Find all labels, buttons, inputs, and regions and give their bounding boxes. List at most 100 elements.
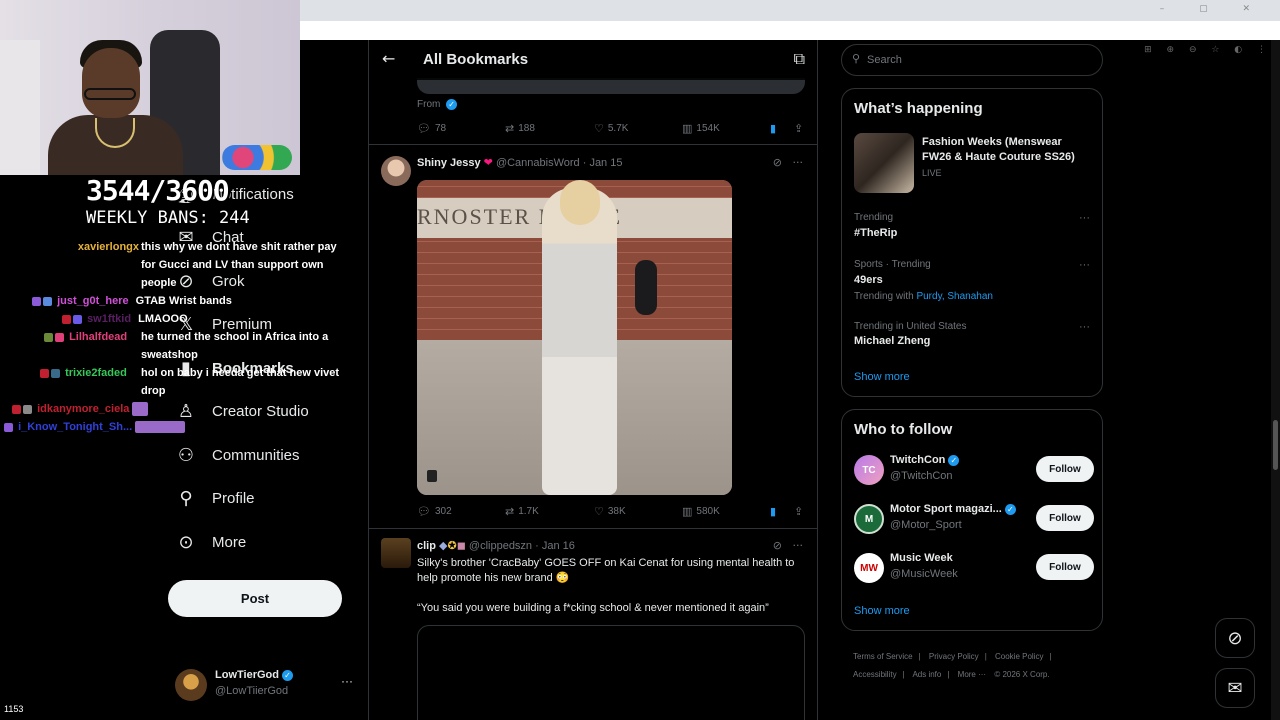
avatar[interactable] bbox=[381, 538, 411, 568]
footer-link[interactable]: Accessibility bbox=[853, 670, 897, 679]
nav-item-communities[interactable]: ⚇ Communities bbox=[168, 437, 300, 473]
browser-toolbar: ⊞ ⊕ ⊖ ☆ ◐ ⋮ bbox=[300, 21, 1280, 55]
footer-link[interactable]: More ··· bbox=[958, 670, 986, 679]
footer-link[interactable]: Terms of Service bbox=[853, 652, 913, 661]
more-horizontal-icon[interactable]: ··· bbox=[341, 674, 353, 688]
stream-chat: xavierlongx this why we dont have shit r… bbox=[0, 238, 345, 436]
trend-meta: Sports · Trending bbox=[854, 259, 931, 270]
chat-badge-icon bbox=[12, 404, 21, 414]
window-controls[interactable]: – ▢ ✕ bbox=[1160, 4, 1266, 14]
panel-title: What’s happening bbox=[854, 100, 983, 117]
tweet-text: “You said you were building a f*cking sc… bbox=[417, 602, 769, 614]
follow-button[interactable]: Follow bbox=[1036, 554, 1094, 580]
verified-badge-icon: ✓ bbox=[281, 669, 293, 681]
follow-suggestion[interactable]: TC TwitchCon ✓ @TwitchCon Follow bbox=[854, 452, 1094, 492]
chat-badge-icon bbox=[51, 368, 60, 378]
avatar: M bbox=[854, 504, 884, 534]
footer-link[interactable]: Cookie Policy bbox=[995, 652, 1043, 661]
browser-toolbar-icons[interactable]: ⊞ ⊕ ⊖ ☆ ◐ ⋮ bbox=[1144, 45, 1272, 55]
post-button[interactable]: Post bbox=[168, 580, 342, 617]
author-handle-date[interactable]: @CannabisWord · Jan 15 bbox=[496, 157, 623, 169]
repost-button[interactable]: ⇄ 188 bbox=[505, 122, 535, 135]
footer-link[interactable]: Privacy Policy bbox=[929, 652, 979, 661]
search-input[interactable]: ⚲ Search bbox=[841, 44, 1103, 76]
page-scrollbar[interactable] bbox=[1271, 40, 1280, 720]
repost-icon: ⇄ bbox=[505, 505, 515, 518]
bookmark-button[interactable]: ▮ bbox=[770, 122, 776, 135]
trend-with-links[interactable]: Purdy, Shanahan bbox=[916, 291, 993, 302]
weekly-bans-counter: WEEKLY BANS: 244 bbox=[86, 208, 250, 228]
chat-badge-icon bbox=[73, 314, 82, 324]
nav-item-profile[interactable]: ⚲ Profile bbox=[168, 480, 254, 516]
chat-message: trixie2faded hol on baby i needa get tha… bbox=[0, 364, 345, 400]
follow-button[interactable]: Follow bbox=[1036, 505, 1094, 531]
bookmark-button[interactable]: ▮ bbox=[770, 505, 776, 518]
bookmark-folder-icon[interactable]: ⧉ bbox=[794, 49, 805, 69]
divider bbox=[369, 144, 817, 145]
tweet-tools: ⊘ ··· bbox=[773, 156, 803, 169]
tweet-actions: 💬︎ 302 ⇄ 1.7K ♡ 38K ▥ 580K ▮ ⇪ bbox=[417, 505, 807, 523]
follow-suggestion[interactable]: M Motor Sport magazi... ✓ @Motor_Sport Fo… bbox=[854, 501, 1094, 541]
like-button[interactable]: ♡ 5.7K bbox=[594, 122, 628, 135]
share-button[interactable]: ⇪ bbox=[794, 505, 803, 518]
trend-name[interactable]: #TheRip bbox=[854, 227, 897, 239]
grok-icon[interactable]: ⊘ bbox=[773, 156, 782, 169]
video-play-icon[interactable] bbox=[427, 470, 437, 482]
messages-fab[interactable]: ✉ bbox=[1215, 668, 1255, 708]
show-more-link[interactable]: Show more bbox=[854, 371, 910, 383]
emote-icon bbox=[132, 402, 149, 417]
reply-button[interactable]: 💬︎ 302 bbox=[417, 505, 452, 518]
bookmarks-timeline[interactable]: ← All Bookmarks ⧉ From ✓ 💬︎ 78 ⇄ 188 ♡ 5.7K… bbox=[368, 40, 818, 720]
follow-suggestion[interactable]: MW Music Week @MusicWeek Follow bbox=[854, 550, 1094, 590]
grok-fab[interactable]: ⊘ bbox=[1215, 618, 1255, 658]
footer-link[interactable]: Ads info bbox=[912, 670, 941, 679]
author-handle-date[interactable]: @clippedszn · Jan 16 bbox=[469, 540, 575, 552]
chat-message: i_Know_Tonight_Sh... bbox=[0, 418, 345, 436]
show-more-link[interactable]: Show more bbox=[854, 605, 910, 617]
author-name[interactable]: clip bbox=[417, 540, 436, 552]
trend-name[interactable]: 49ers bbox=[854, 274, 883, 286]
author-name[interactable]: Shiny Jessy bbox=[417, 157, 481, 169]
more-horizontal-icon[interactable]: ··· bbox=[1079, 321, 1090, 333]
repost-button[interactable]: ⇄ 1.7K bbox=[505, 505, 539, 518]
account-handle: @LowTiierGod bbox=[215, 685, 289, 697]
follow-button[interactable]: Follow bbox=[1036, 456, 1094, 482]
avatar: MW bbox=[854, 553, 884, 583]
more-horizontal-icon[interactable]: ··· bbox=[1079, 212, 1090, 224]
chat-badge-icon bbox=[44, 332, 53, 342]
verified-gold-icon: ✪ bbox=[447, 540, 457, 552]
more-horizontal-icon[interactable]: ··· bbox=[793, 156, 804, 169]
tweet-media[interactable] bbox=[417, 78, 805, 94]
more-horizontal-icon[interactable]: ··· bbox=[793, 539, 804, 552]
chart-icon: ▥ bbox=[682, 505, 693, 518]
page-title: All Bookmarks bbox=[423, 51, 529, 68]
nav-item-more[interactable]: ⊙ More bbox=[168, 524, 246, 560]
reply-button[interactable]: 💬︎ 78 bbox=[417, 122, 446, 135]
tweet-text: Silky's brother 'CracBaby' GOES OFF on K… bbox=[417, 557, 795, 584]
heart-icon: ♡ bbox=[594, 122, 604, 135]
back-arrow-icon[interactable]: ← bbox=[382, 49, 395, 68]
views-button[interactable]: ▥ 580K bbox=[682, 505, 720, 518]
heart-emoji-icon: ❤ bbox=[483, 157, 493, 169]
grok-icon[interactable]: ⊘ bbox=[773, 539, 782, 552]
tweet-video[interactable] bbox=[417, 625, 805, 720]
scrollbar-thumb[interactable] bbox=[1273, 420, 1278, 470]
like-button[interactable]: ♡ 38K bbox=[594, 505, 626, 518]
tweet-video[interactable]: RNOSTER HOUSE bbox=[417, 180, 732, 495]
trend-meta: Trending in United States bbox=[854, 321, 967, 332]
chat-message: xavierlongx this why we dont have shit r… bbox=[77, 241, 337, 289]
more-horizontal-icon[interactable]: ··· bbox=[1079, 259, 1090, 271]
views-button[interactable]: ▥ 154K bbox=[682, 122, 720, 135]
account-switcher[interactable]: LowTierGod ✓ @LowTiierGod ··· bbox=[175, 665, 355, 705]
trend-title[interactable]: Fashion Weeks (Menswear FW26 & Haute Cou… bbox=[922, 135, 1094, 165]
chart-icon: ▥ bbox=[682, 122, 693, 135]
verified-badge-icon: ✓ bbox=[446, 99, 458, 110]
trend-thumbnail[interactable] bbox=[854, 133, 914, 193]
streamer-webcam bbox=[0, 0, 300, 175]
verified-badge-icon: ✓ bbox=[948, 454, 960, 466]
trend-name[interactable]: Michael Zheng bbox=[854, 335, 930, 347]
reply-icon: 💬︎ bbox=[417, 505, 431, 518]
avatar[interactable] bbox=[381, 156, 411, 186]
share-button[interactable]: ⇪ bbox=[794, 122, 803, 135]
page-header: ← All Bookmarks ⧉ bbox=[369, 40, 817, 80]
